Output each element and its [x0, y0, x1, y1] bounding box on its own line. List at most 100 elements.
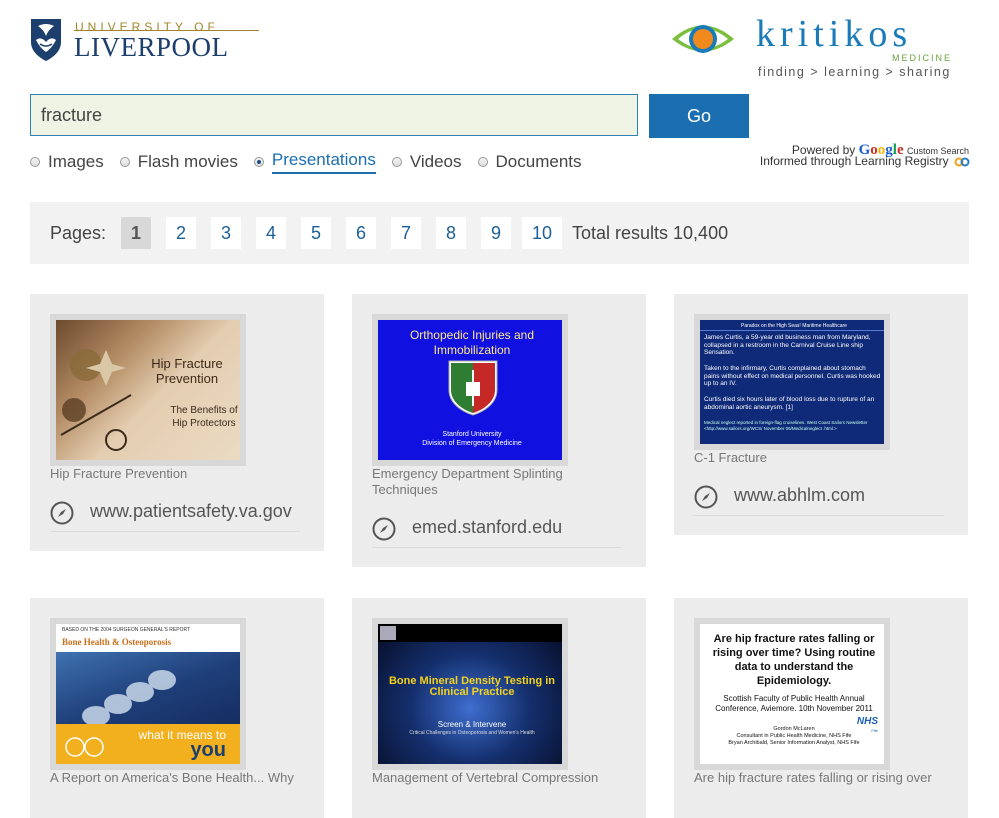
result-title[interactable]: Hip Fracture Prevention: [50, 466, 280, 482]
page-link-5[interactable]: 5: [301, 217, 331, 249]
filter-flash-movies[interactable]: Flash movies: [119, 148, 238, 176]
radio-button[interactable]: [30, 157, 40, 167]
slide-para-4: Medical neglect reported in foreign-flag…: [704, 420, 868, 431]
result-card[interactable]: Are hip fracture rates falling or rising…: [674, 598, 968, 818]
filter-label[interactable]: Flash movies: [138, 152, 238, 172]
compass-icon: [694, 485, 718, 509]
result-thumbnail[interactable]: Bone Mineral Density Testing in Clinical…: [372, 618, 568, 770]
slide-subtitle: The Benefits of Hip Protectors: [170, 405, 238, 429]
result-card[interactable]: Bone Mineral Density Testing in Clinical…: [352, 598, 646, 818]
result-thumbnail[interactable]: Paradox on the High Seas! Maritime Healt…: [694, 314, 890, 450]
slide-topbar: [378, 624, 562, 642]
slide-para-1: James Curtis, a 59-year old business man…: [704, 334, 871, 356]
slide-image: BASED ON THE 2004 SURGEON GENERAL'S REPO…: [56, 624, 240, 764]
result-source-url: www.patientsafety.va.gov: [90, 501, 292, 521]
result-thumbnail[interactable]: Hip Fracture Prevention The Benefits of …: [50, 314, 246, 466]
slide-sub2: Critical Challenges in Osteoporosis and …: [409, 730, 535, 736]
slide-para-3: Curtis died six hours later of blood los…: [704, 396, 875, 411]
slide-author-2: Consultant in Public Health Medicine, NH…: [736, 733, 852, 739]
result-source-url: emed.stanford.edu: [412, 517, 563, 537]
page-link-3[interactable]: 3: [211, 217, 241, 249]
kritikos-wordmark: kritikos: [756, 13, 913, 55]
kritikos-medicine-text: MEDICINE: [892, 53, 953, 63]
result-card[interactable]: Hip Fracture Prevention The Benefits of …: [30, 294, 324, 551]
slide-sub1: Stanford University: [442, 431, 502, 438]
result-title[interactable]: Are hip fracture rates falling or rising…: [694, 770, 954, 786]
page-link-6[interactable]: 6: [346, 217, 376, 249]
informed-text: Informed through Learning Registry: [759, 154, 949, 168]
filter-images[interactable]: Images: [30, 148, 104, 176]
content-type-filters: Images Flash movies Presentations Videos Doc…: [30, 148, 598, 176]
slide-title: Hip Fracture Prevention: [151, 356, 223, 386]
result-title[interactable]: Management of Vertebral Compression: [372, 770, 632, 786]
page-link-4[interactable]: 4: [256, 217, 286, 249]
kritikos-eye-icon: [672, 25, 734, 53]
slide-image: Are hip fracture rates falling or rising…: [700, 624, 884, 764]
page-link-2[interactable]: 2: [166, 217, 196, 249]
result-title[interactable]: C-1 Fracture: [694, 450, 924, 466]
kritikos-tagline: finding > learning > sharing: [758, 65, 951, 79]
go-button[interactable]: Go: [649, 94, 749, 138]
result-card[interactable]: BASED ON THE 2004 SURGEON GENERAL'S REPO…: [30, 598, 324, 818]
page-link-7[interactable]: 7: [391, 217, 421, 249]
result-source[interactable]: www.abhlm.com: [694, 481, 944, 516]
result-title[interactable]: Emergency Department Splinting Technique…: [372, 466, 602, 498]
filter-label[interactable]: Documents: [496, 152, 582, 172]
filter-label[interactable]: Presentations: [271, 150, 376, 174]
slide-conference: Scottish Faculty of Public Health Annual…: [715, 694, 873, 713]
compass-icon: [372, 517, 396, 541]
slide-image: Bone Mineral Density Testing in Clinical…: [378, 624, 562, 764]
slide-top: BASED ON THE 2004 SURGEON GENERAL'S REPO…: [62, 627, 191, 633]
liverpool-crest-icon: [31, 19, 61, 61]
result-card[interactable]: Orthopedic Injuries and Immobilization S…: [352, 294, 646, 567]
slide-image: Paradox on the High Seas! Maritime Healt…: [700, 320, 884, 444]
slide-logo-icon: [380, 626, 396, 640]
result-source[interactable]: emed.stanford.edu: [372, 513, 622, 548]
page-link-10[interactable]: 10: [522, 217, 562, 249]
result-source[interactable]: www.patientsafety.va.gov: [50, 497, 300, 532]
result-thumbnail[interactable]: BASED ON THE 2004 SURGEON GENERAL'S REPO…: [50, 618, 246, 770]
slide-author-1: Gordon McLaren: [773, 726, 815, 732]
slide-sub2: Division of Emergency Medicine: [422, 440, 522, 447]
university-of-liverpool-logo[interactable]: UNIVERSITY OF LIVERPOOL: [30, 18, 259, 64]
filter-documents[interactable]: Documents: [477, 148, 582, 176]
slide-image: Hip Fracture Prevention The Benefits of …: [56, 320, 240, 460]
result-thumbnail[interactable]: Are hip fracture rates falling or rising…: [694, 618, 890, 770]
result-source-url: www.abhlm.com: [734, 485, 866, 505]
page-link-9[interactable]: 9: [481, 217, 511, 249]
learning-registry-icon: [954, 157, 970, 167]
total-results: Total results 10,400: [572, 223, 729, 243]
slide-header: Paradox on the High Seas! Maritime Healt…: [741, 323, 847, 329]
kritikos-logo[interactable]: kritikos MEDICINE finding > learning > s…: [670, 13, 970, 82]
radio-button[interactable]: [119, 157, 130, 167]
slide-image: Orthopedic Injuries and Immobilization S…: [378, 320, 562, 460]
result-thumbnail[interactable]: Orthopedic Injuries and Immobilization S…: [372, 314, 568, 466]
slide-author-3: Bryan Archibald, Senior Information Anal…: [728, 740, 860, 746]
result-title[interactable]: A Report on America's Bone Health... Why: [50, 770, 310, 786]
pagination-bar: Pages: Total results 10,400 1 2 3 4 5 6 7 8 9 10: [30, 202, 969, 264]
slide-title: Bone Mineral Density Testing in Clinical…: [388, 675, 556, 698]
slide-para-2: Taken to the infirmary, Curtis complaine…: [704, 365, 881, 387]
result-card[interactable]: Paradox on the High Seas! Maritime Healt…: [674, 294, 968, 535]
slide-title: Are hip fracture rates falling or rising…: [712, 633, 876, 687]
slide-title: Orthopedic Injuries and Immobilization: [409, 328, 535, 357]
page-link-8[interactable]: 8: [436, 217, 466, 249]
stanford-shield-icon: [448, 360, 498, 416]
page-link-1[interactable]: 1: [121, 217, 151, 249]
filter-videos[interactable]: Videos: [391, 148, 462, 176]
filter-label[interactable]: Videos: [410, 152, 462, 172]
slide-title: Bone Health & Osteoporosis: [62, 637, 172, 647]
search-input[interactable]: [30, 94, 638, 136]
filter-presentations[interactable]: Presentations: [253, 148, 376, 176]
radio-button[interactable]: [391, 157, 402, 167]
radio-button[interactable]: [477, 157, 488, 167]
compass-icon: [50, 501, 74, 525]
slide-rule: [700, 330, 884, 331]
filter-label[interactable]: Images: [48, 152, 104, 172]
radio-button[interactable]: [253, 157, 264, 167]
pages-label: Pages:: [50, 223, 107, 243]
learning-registry-note: Informed through Learning Registry: [740, 154, 970, 168]
slide-you: you: [190, 739, 226, 761]
slide-sub: Screen & Intervene: [437, 720, 507, 729]
compass-decor-icon: [60, 349, 132, 451]
